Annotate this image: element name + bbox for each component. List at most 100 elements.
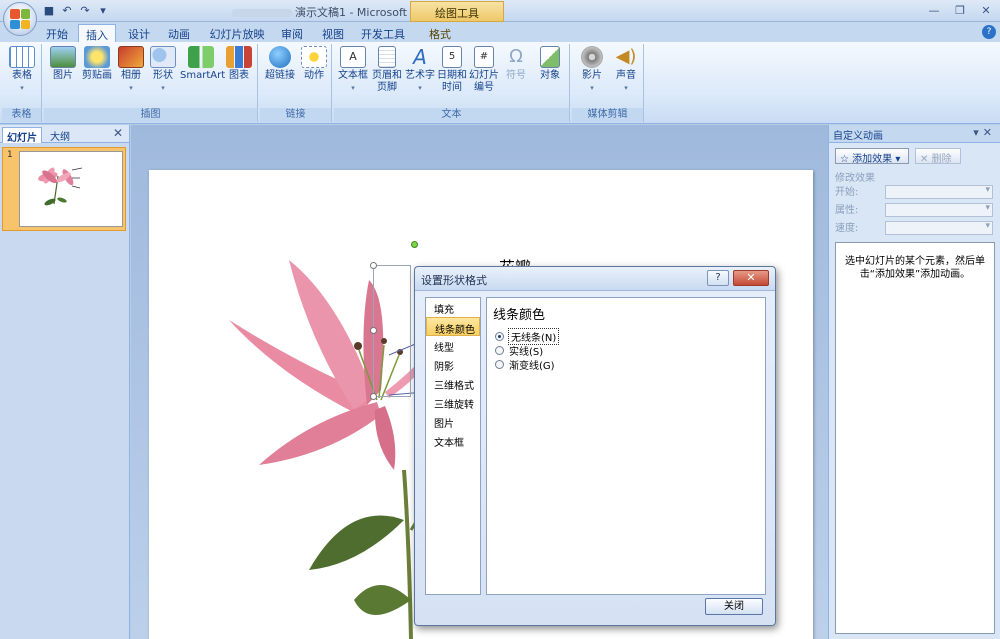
slides-panel: 幻灯片 大纲 ✕ 1: [0, 125, 130, 639]
hyperlink-icon: [269, 46, 291, 68]
remove-button[interactable]: ✕ 删除: [915, 148, 961, 165]
clipart-button[interactable]: 剪贴画: [80, 46, 114, 82]
nav-3d-rotation[interactable]: 三维旋转: [426, 393, 480, 412]
pane-controls: ▾✕: [973, 126, 996, 139]
nav-shadow[interactable]: 阴影: [426, 355, 480, 374]
slide-number: 1: [7, 150, 13, 160]
tab-format[interactable]: 格式: [420, 24, 460, 42]
office-button[interactable]: [3, 2, 37, 36]
window-controls: — ❐ ✕: [922, 1, 998, 19]
title-bar: ■ ↶ ↷ ▾ 演示文稿1 - Microsoft PowerPoint 绘图工…: [0, 0, 1000, 36]
sound-icon: ◀): [615, 46, 637, 67]
photo-album-button[interactable]: 相册 ▾: [116, 46, 146, 94]
slide-number-icon: #: [474, 46, 494, 68]
slides-panel-tabs: 幻灯片 大纲 ✕: [0, 125, 129, 144]
slide-number-button[interactable]: # 幻灯片编号: [468, 46, 500, 94]
resize-handle[interactable]: [370, 393, 377, 400]
close-button[interactable]: 关闭: [705, 598, 763, 615]
textbox-button[interactable]: A 文本框 ▾: [336, 46, 370, 94]
clipart-icon: [84, 46, 110, 68]
tab-slides[interactable]: 幻灯片: [2, 127, 42, 144]
wordart-button[interactable]: A 艺术字 ▾: [404, 46, 436, 94]
rotation-handle[interactable]: [411, 241, 418, 248]
slide-thumbnail-selected[interactable]: 1: [2, 147, 126, 231]
tab-review[interactable]: 审阅: [275, 24, 309, 42]
option-label: 无线条(N): [507, 327, 560, 345]
add-effect-button[interactable]: ☆ 添加效果 ▾: [835, 148, 909, 165]
dialog-close-icon[interactable]: ✕: [733, 270, 769, 286]
chart-button[interactable]: 图表: [224, 46, 254, 82]
resize-handle[interactable]: [370, 327, 377, 334]
minimize-icon[interactable]: —: [922, 1, 946, 19]
help-icon[interactable]: ?: [982, 25, 996, 39]
chart-icon: [226, 46, 252, 68]
start-select[interactable]: [885, 185, 993, 199]
tab-design[interactable]: 设计: [120, 24, 158, 42]
object-icon: [540, 46, 560, 68]
slide-thumbnail[interactable]: [19, 151, 123, 227]
tab-view[interactable]: 视图: [316, 24, 350, 42]
hyperlink-button[interactable]: 超链接: [262, 46, 298, 82]
tab-slideshow[interactable]: 幻灯片放映: [205, 24, 269, 42]
radio-no-line[interactable]: [495, 331, 504, 341]
group-links: 超链接 动作 链接: [260, 44, 332, 122]
table-button[interactable]: 表格 ▾: [6, 46, 38, 94]
option-no-line[interactable]: 无线条(N): [495, 327, 759, 345]
tab-developer[interactable]: 开发工具: [358, 24, 408, 42]
remove-icon: ✕: [920, 154, 929, 165]
nav-fill[interactable]: 填充: [426, 298, 480, 317]
datetime-button[interactable]: 5 日期和时间: [436, 46, 468, 94]
nav-picture[interactable]: 图片: [426, 412, 480, 431]
tab-insert[interactable]: 插入: [78, 24, 116, 42]
option-label: 渐变线(G): [509, 360, 555, 372]
shapes-button[interactable]: 形状 ▾: [148, 46, 178, 94]
option-gradient-line[interactable]: 渐变线(G): [495, 357, 759, 372]
speed-select[interactable]: [885, 221, 993, 235]
radio-gradient-line[interactable]: [495, 359, 504, 369]
datetime-icon: 5: [442, 46, 462, 68]
picture-button[interactable]: 图片: [48, 46, 78, 82]
close-icon[interactable]: ✕: [113, 126, 123, 140]
action-button[interactable]: 动作: [298, 46, 330, 82]
group-label-links: 链接: [260, 108, 331, 122]
option-solid-line[interactable]: 实线(S): [495, 343, 759, 358]
group-label-text: 文本: [334, 108, 569, 122]
speed-label: 速度:: [835, 223, 859, 234]
help-button[interactable]: ?: [707, 270, 729, 286]
property-label: 属性:: [835, 205, 859, 216]
animation-list[interactable]: 选中幻灯片的某个元素，然后单击“添加效果”添加动画。: [835, 242, 995, 634]
group-illustrations: 图片 剪贴画 相册 ▾ 形状 ▾ SmartArt 图表 插图: [44, 44, 258, 122]
window-title: 演示文稿1 - Microsoft PowerPoint: [0, 4, 700, 20]
restore-icon[interactable]: ❐: [948, 1, 972, 19]
symbol-button[interactable]: Ω 符号: [500, 46, 532, 82]
context-tab-drawing-tools: 绘图工具: [410, 1, 504, 22]
tab-outline[interactable]: 大纲: [46, 127, 74, 143]
format-shape-dialog: 设置形状格式 ? ✕ 填充 线条颜色 线型 阴影 三维格式 三维旋转 图片 文本…: [414, 266, 776, 626]
close-icon[interactable]: ✕: [974, 1, 998, 19]
tab-animation[interactable]: 动画: [160, 24, 198, 42]
tab-home[interactable]: 开始: [38, 24, 76, 42]
animation-hint-text: 选中幻灯片的某个元素，然后单击“添加效果”添加动画。: [845, 256, 985, 280]
group-tables: 表格 ▾ 表格: [2, 44, 42, 122]
header-footer-icon: [378, 46, 396, 68]
object-button[interactable]: 对象: [534, 46, 566, 82]
resize-handle[interactable]: [370, 262, 377, 269]
group-label-tables: 表格: [2, 108, 41, 122]
nav-textbox[interactable]: 文本框: [426, 431, 480, 450]
option-label: 实线(S): [509, 346, 544, 358]
nav-line-color[interactable]: 线条颜色: [426, 317, 480, 336]
header-footer-button[interactable]: 页眉和页脚: [370, 46, 404, 94]
movie-button[interactable]: 影片 ▾: [576, 46, 608, 94]
table-icon: [9, 46, 35, 68]
smartart-button[interactable]: SmartArt: [180, 46, 225, 82]
selected-shape-bounds[interactable]: [373, 265, 411, 397]
sound-button[interactable]: ◀) 声音 ▾: [610, 46, 642, 94]
chevron-down-icon[interactable]: ▾: [973, 126, 983, 139]
star-icon: ☆: [840, 154, 849, 165]
property-select[interactable]: [885, 203, 993, 217]
radio-solid-line[interactable]: [495, 345, 504, 355]
dialog-content: 线条颜色 无线条(N) 实线(S) 渐变线(G): [486, 297, 766, 595]
close-icon[interactable]: ✕: [983, 126, 996, 139]
nav-line-style[interactable]: 线型: [426, 336, 480, 355]
nav-3d-format[interactable]: 三维格式: [426, 374, 480, 393]
